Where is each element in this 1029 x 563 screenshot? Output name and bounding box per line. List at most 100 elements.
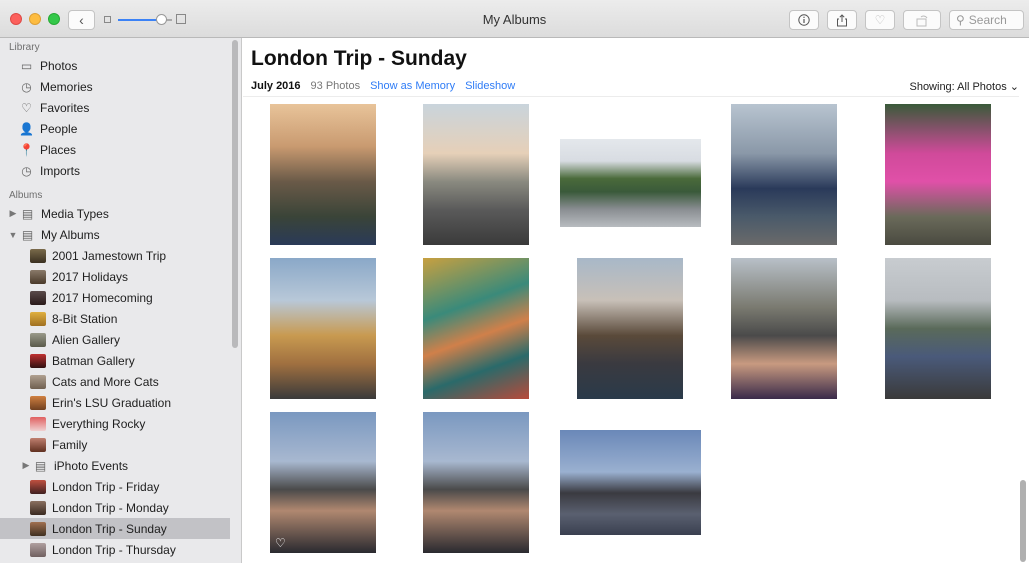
photo-count: 93 Photos — [310, 80, 361, 92]
photo-selfie-big-ben[interactable] — [731, 258, 837, 399]
sidebar-item-label: Places — [40, 142, 77, 157]
album-subheader: July 2016 93 Photos Show as Memory Slide… — [251, 80, 515, 92]
album-thumbnail — [30, 290, 46, 305]
album-thumbnail — [30, 500, 46, 515]
album-thumbnail — [30, 542, 46, 557]
photo-pink-bus[interactable] — [885, 104, 991, 245]
album-thumbnail — [30, 395, 46, 410]
folder-icon: ▤ — [21, 227, 34, 242]
album-thumbnail — [30, 437, 46, 452]
favorite-heart-icon[interactable]: ♡ — [275, 536, 286, 550]
rotate-button[interactable] — [903, 10, 941, 30]
photo-big-ben-street[interactable] — [270, 104, 376, 245]
sidebar-item-label: Batman Gallery — [52, 353, 135, 368]
info-icon — [798, 14, 810, 26]
sidebar-item-memories[interactable]: ◷ Memories — [0, 76, 230, 97]
sidebar-item-imports[interactable]: ◷ Imports — [0, 160, 230, 181]
sidebar-album-2017-holidays[interactable]: 2017 Holidays — [0, 266, 230, 287]
sidebar-item-label: iPhoto Events — [54, 458, 129, 473]
memories-icon: ◷ — [21, 79, 32, 94]
sidebar-album-london-trip-monday[interactable]: London Trip - Monday — [0, 497, 230, 518]
chevron-down-icon: ⌄ — [1009, 81, 1019, 93]
sidebar-album-cats-and-more-cats[interactable]: Cats and More Cats — [0, 371, 230, 392]
sidebar-album-london-trip-thursday[interactable]: London Trip - Thursday — [0, 539, 230, 560]
photo-thumbs-up-1[interactable]: ♡ — [270, 412, 376, 553]
sidebar-album-alien-gallery[interactable]: Alien Gallery — [0, 329, 230, 350]
disclosure-right-icon[interactable]: ▶ — [21, 460, 31, 471]
title-bar: ‹ My Albums ♡ ⚲ — [0, 0, 1029, 38]
photo-carousel-dragon[interactable] — [423, 258, 529, 399]
sidebar-item-label: Everything Rocky — [52, 416, 146, 431]
sidebar-item-label: London Trip - Monday — [52, 500, 169, 515]
photo-westminster-skyline[interactable] — [560, 430, 701, 535]
sidebar-item-favorites[interactable]: ♡ Favorites — [0, 97, 230, 118]
sidebar-item-label: 2017 Holidays — [52, 269, 129, 284]
sidebar-album-london-trip-sunday[interactable]: London Trip - Sunday — [0, 518, 230, 539]
album-thumbnail — [30, 521, 46, 536]
sidebar-album-everything-rocky[interactable]: Everything Rocky — [0, 413, 230, 434]
heart-icon: ♡ — [874, 13, 886, 27]
sidebar-item-label: Cats and More Cats — [52, 374, 159, 389]
showing-label: Showing: All Photos — [909, 81, 1007, 93]
folder-icon: ▤ — [34, 458, 47, 473]
disclosure-right-icon[interactable]: ▶ — [8, 208, 18, 219]
albums-heading: Albums — [9, 190, 43, 201]
sidebar-item-label: Alien Gallery — [52, 332, 121, 347]
sidebar-group-my-albums[interactable]: ▼ ▤ My Albums — [0, 224, 230, 245]
sidebar-album-erins-lsu-graduation[interactable]: Erin's LSU Graduation — [0, 392, 230, 413]
sidebar-item-places[interactable]: 📍 Places — [0, 139, 230, 160]
album-thumbnail — [30, 269, 46, 284]
sidebar-album-london-trip-friday[interactable]: London Trip - Friday — [0, 476, 230, 497]
photo-carousel-eye[interactable] — [270, 258, 376, 399]
sidebar-album-8-bit-station[interactable]: 8-Bit Station — [0, 308, 230, 329]
heart-icon: ♡ — [21, 100, 32, 115]
sidebar-item-label: London Trip - Sunday — [52, 521, 167, 536]
photo-two-women-river[interactable] — [885, 258, 991, 399]
library-heading: Library — [9, 42, 40, 53]
sidebar-album-family[interactable]: Family — [0, 434, 230, 455]
showing-filter-dropdown[interactable]: Showing: All Photos ⌄ — [909, 80, 1019, 93]
sidebar-item-label: My Albums — [41, 227, 100, 242]
photo-thumbs-up-2[interactable] — [423, 412, 529, 553]
main-scrollbar[interactable] — [1020, 480, 1026, 562]
album-thumbnail — [30, 416, 46, 431]
pin-icon: 📍 — [19, 142, 34, 157]
sidebar: Library ▭ Photos ◷ Memories ♡ Favorites … — [0, 38, 242, 563]
sidebar-folder-iphoto-events[interactable]: ▶ ▤ iPhoto Events — [0, 455, 230, 476]
sidebar-album-2001-jamestown-trip[interactable]: 2001 Jamestown Trip — [0, 245, 230, 266]
share-icon — [837, 13, 847, 26]
photo-two-women-bridge[interactable] — [731, 104, 837, 245]
sidebar-item-people[interactable]: 👤 People — [0, 118, 230, 139]
sidebar-item-photos[interactable]: ▭ Photos — [0, 55, 230, 76]
sidebar-album-2017-homecoming[interactable]: 2017 Homecoming — [0, 287, 230, 308]
sidebar-item-label: 2001 Jamestown Trip — [52, 248, 167, 263]
album-title: London Trip - Sunday — [251, 47, 467, 70]
rotate-icon — [916, 15, 928, 26]
divider — [243, 96, 1019, 97]
folder-icon: ▤ — [21, 206, 34, 221]
show-as-memory-link[interactable]: Show as Memory — [370, 80, 455, 92]
photos-icon: ▭ — [20, 58, 33, 73]
sidebar-album-batman-gallery[interactable]: Batman Gallery — [0, 350, 230, 371]
share-button[interactable] — [827, 10, 857, 30]
slideshow-link[interactable]: Slideshow — [465, 80, 515, 92]
disclosure-down-icon[interactable]: ▼ — [8, 230, 18, 240]
album-date: July 2016 — [251, 80, 301, 92]
sidebar-scrollbar[interactable] — [232, 40, 238, 348]
sidebar-item-label: Memories — [40, 79, 93, 94]
sidebar-group-media-types[interactable]: ▶ ▤ Media Types — [0, 203, 230, 224]
album-thumbnail — [30, 311, 46, 326]
search-field[interactable]: ⚲ — [949, 10, 1024, 30]
search-input[interactable] — [968, 13, 1019, 27]
favorite-button[interactable]: ♡ — [865, 10, 895, 30]
sidebar-item-label: Media Types — [41, 206, 109, 221]
main-content: London Trip - Sunday July 2016 93 Photos… — [243, 38, 1029, 563]
photo-thames-boat[interactable] — [560, 139, 701, 227]
sidebar-item-label: Family — [52, 437, 88, 452]
photo-london-eye-pose[interactable] — [423, 104, 529, 245]
album-thumbnail — [30, 353, 46, 368]
album-thumbnail — [30, 248, 46, 263]
photo-big-ben-dusk[interactable] — [577, 258, 683, 399]
sidebar-item-label: People — [40, 121, 78, 136]
info-button[interactable] — [789, 10, 819, 30]
